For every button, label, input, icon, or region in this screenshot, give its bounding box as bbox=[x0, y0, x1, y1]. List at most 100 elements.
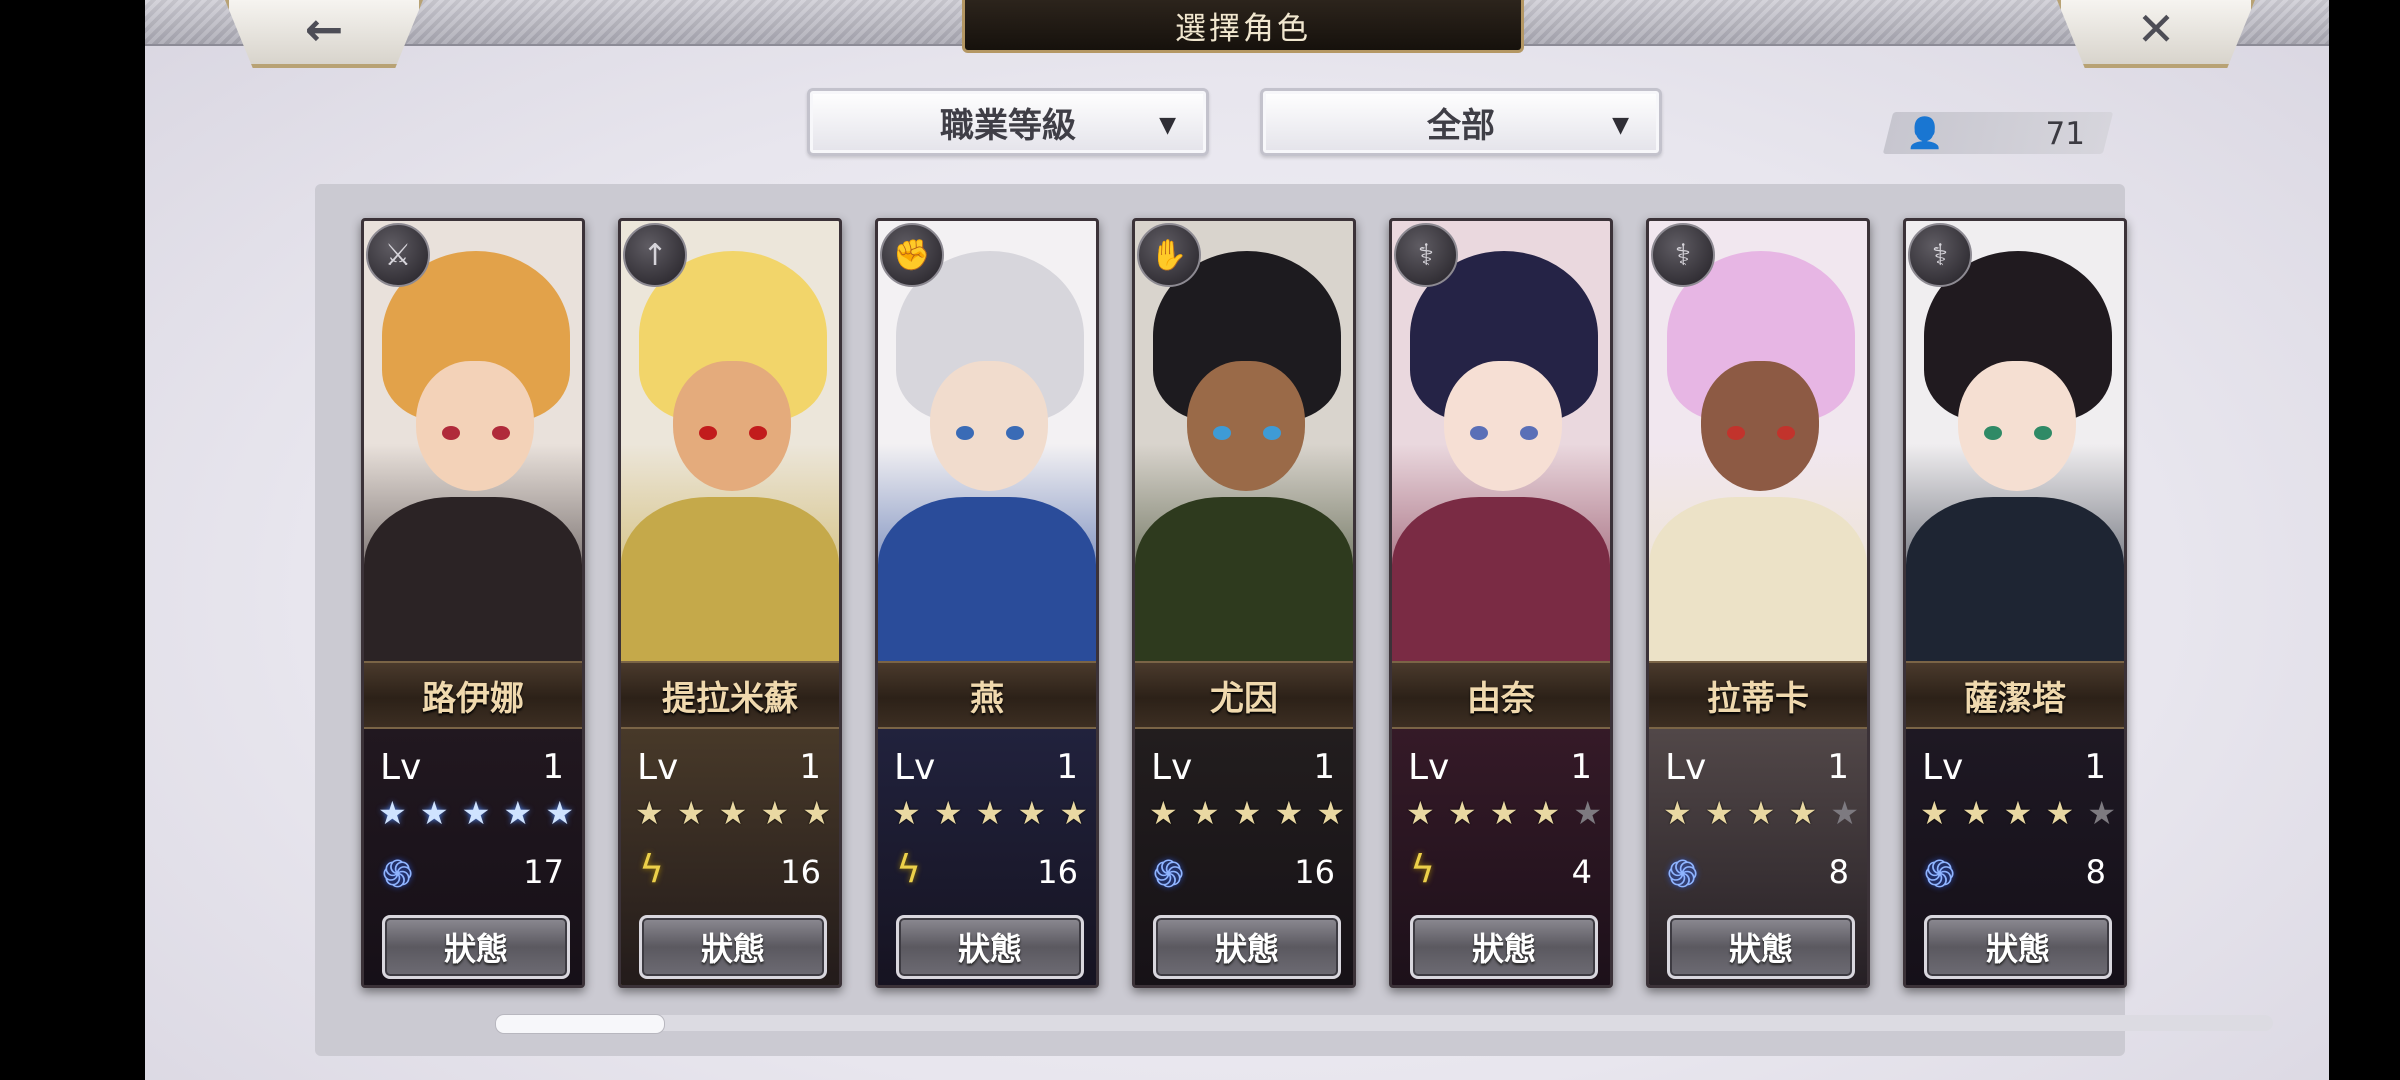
staff-icon: ⚕ bbox=[1651, 223, 1715, 287]
back-button[interactable]: ← bbox=[225, 0, 423, 68]
wind-element-icon: ֍ bbox=[1924, 852, 1956, 896]
rarity-star-icon: ★ bbox=[2087, 794, 2116, 832]
rarity-stars: ★ ★ ★ ★ ★ bbox=[1663, 797, 1859, 829]
fist-icon: ✊ bbox=[880, 223, 944, 287]
character-name: 尤因 bbox=[1135, 661, 1353, 729]
character-card[interactable]: ✊ 燕 Lv 1 ★ ★ ★ ★ ★ ϟ 16 狀態 bbox=[875, 218, 1099, 988]
gauntlet-icon: ✋ bbox=[1137, 223, 1201, 287]
level-value: 1 bbox=[1056, 747, 1078, 787]
close-button[interactable]: ✕ bbox=[2057, 0, 2255, 68]
wind-element-icon: ֍ bbox=[1153, 852, 1185, 896]
rarity-star-icon: ★ bbox=[975, 794, 1005, 832]
character-name: 燕 bbox=[878, 661, 1096, 729]
class-level-sort-dropdown[interactable]: 職業等級 ▼ bbox=[807, 88, 1209, 156]
level-label: Lv bbox=[1408, 747, 1450, 788]
status-button[interactable]: 狀態 bbox=[382, 915, 570, 979]
element-value: 8 bbox=[2085, 853, 2106, 891]
rarity-stars: ★ ★ ★ ★ ★ bbox=[378, 797, 574, 829]
character-name: 由奈 bbox=[1392, 661, 1610, 729]
status-button[interactable]: 狀態 bbox=[1410, 915, 1598, 979]
level-label: Lv bbox=[637, 747, 679, 788]
character-info: Lv 1 ★ ★ ★ ★ ★ ϟ 16 狀態 bbox=[878, 727, 1096, 985]
scrollbar-thumb[interactable] bbox=[495, 1014, 665, 1034]
level-value: 1 bbox=[542, 747, 564, 787]
rarity-star-icon: ★ bbox=[1059, 794, 1088, 832]
character-card[interactable]: ↑ 提拉米蘇 Lv 1 ★ ★ ★ ★ ★ ϟ 16 狀態 bbox=[618, 218, 842, 988]
scrollbar-track[interactable] bbox=[495, 1015, 2273, 1031]
staff-icon: ⚕ bbox=[1394, 223, 1458, 287]
staff-icon: ⚕ bbox=[1908, 223, 1972, 287]
status-button[interactable]: 狀態 bbox=[896, 915, 1084, 979]
rarity-star-icon: ★ bbox=[461, 794, 491, 832]
level-value: 1 bbox=[1827, 747, 1849, 787]
character-portrait bbox=[1135, 221, 1353, 667]
rarity-star-icon: ★ bbox=[1149, 794, 1178, 832]
level-value: 1 bbox=[1570, 747, 1592, 787]
rarity-star-icon: ★ bbox=[545, 794, 574, 832]
rarity-stars: ★ ★ ★ ★ ★ bbox=[1920, 797, 2116, 829]
character-info: Lv 1 ★ ★ ★ ★ ★ ֍ 8 狀態 bbox=[1649, 727, 1867, 985]
rarity-star-icon: ★ bbox=[1017, 794, 1047, 832]
rarity-star-icon: ★ bbox=[2045, 794, 2075, 832]
status-button[interactable]: 狀態 bbox=[1924, 915, 2112, 979]
sword-icon: ⚔ bbox=[366, 223, 430, 287]
element-value: 16 bbox=[780, 853, 821, 891]
rarity-star-icon: ★ bbox=[503, 794, 533, 832]
level-label: Lv bbox=[380, 747, 422, 788]
rarity-star-icon: ★ bbox=[1788, 794, 1818, 832]
element-value: 16 bbox=[1037, 853, 1078, 891]
character-info: Lv 1 ★ ★ ★ ★ ★ ϟ 4 狀態 bbox=[1392, 727, 1610, 985]
rarity-star-icon: ★ bbox=[802, 794, 831, 832]
rarity-star-icon: ★ bbox=[892, 794, 921, 832]
category-filter-label: 全部 bbox=[1427, 105, 1495, 146]
character-card[interactable]: ⚔ 路伊娜 Lv 1 ★ ★ ★ ★ ★ ֍ 17 狀態 bbox=[361, 218, 585, 988]
rarity-star-icon: ★ bbox=[1190, 794, 1220, 832]
level-label: Lv bbox=[1922, 747, 1964, 788]
rarity-stars: ★ ★ ★ ★ ★ bbox=[892, 797, 1088, 829]
rarity-star-icon: ★ bbox=[1316, 794, 1345, 832]
character-card[interactable]: ⚕ 拉蒂卡 Lv 1 ★ ★ ★ ★ ★ ֍ 8 狀態 bbox=[1646, 218, 1870, 988]
character-portrait bbox=[621, 221, 839, 667]
rarity-stars: ★ ★ ★ ★ ★ bbox=[1406, 797, 1602, 829]
rarity-star-icon: ★ bbox=[2003, 794, 2033, 832]
character-select-screen: ← 選擇角色 ✕ 職業等級 ▼ 全部 ▼ 👤 71 ⚔ 路伊娜 Lv 1 ★ ★ ★… bbox=[145, 0, 2329, 1080]
element-value: 17 bbox=[523, 853, 564, 891]
character-card[interactable]: ⚕ 由奈 Lv 1 ★ ★ ★ ★ ★ ϟ 4 狀態 bbox=[1389, 218, 1613, 988]
rarity-star-icon: ★ bbox=[1663, 794, 1692, 832]
character-portrait bbox=[1649, 221, 1867, 667]
character-portrait bbox=[1906, 221, 2124, 667]
element-value: 8 bbox=[1828, 853, 1849, 891]
level-value: 1 bbox=[799, 747, 821, 787]
element-value: 16 bbox=[1294, 853, 1335, 891]
rarity-star-icon: ★ bbox=[1573, 794, 1602, 832]
rarity-star-icon: ★ bbox=[1274, 794, 1304, 832]
rarity-star-icon: ★ bbox=[1531, 794, 1561, 832]
character-info: Lv 1 ★ ★ ★ ★ ★ ϟ 16 狀態 bbox=[621, 727, 839, 985]
owned-count: 71 bbox=[2045, 116, 2085, 152]
character-card[interactable]: ✋ 尤因 Lv 1 ★ ★ ★ ★ ★ ֍ 16 狀態 bbox=[1132, 218, 1356, 988]
rarity-star-icon: ★ bbox=[760, 794, 790, 832]
status-button[interactable]: 狀態 bbox=[1667, 915, 1855, 979]
category-filter-dropdown[interactable]: 全部 ▼ bbox=[1260, 88, 1662, 156]
level-label: Lv bbox=[1151, 747, 1193, 788]
page-title: 選擇角色 bbox=[962, 0, 1524, 53]
wind-element-icon: ֍ bbox=[1667, 852, 1699, 896]
rarity-star-icon: ★ bbox=[378, 794, 407, 832]
wind-element-icon: ֍ bbox=[382, 852, 414, 896]
rarity-star-icon: ★ bbox=[1232, 794, 1262, 832]
rarity-star-icon: ★ bbox=[1746, 794, 1776, 832]
rarity-stars: ★ ★ ★ ★ ★ bbox=[635, 797, 831, 829]
status-button[interactable]: 狀態 bbox=[639, 915, 827, 979]
character-info: Lv 1 ★ ★ ★ ★ ★ ֍ 17 狀態 bbox=[364, 727, 582, 985]
rarity-star-icon: ★ bbox=[419, 794, 449, 832]
level-value: 1 bbox=[1313, 747, 1335, 787]
character-portrait bbox=[878, 221, 1096, 667]
rarity-star-icon: ★ bbox=[1406, 794, 1435, 832]
rarity-star-icon: ★ bbox=[1920, 794, 1949, 832]
rarity-star-icon: ★ bbox=[933, 794, 963, 832]
status-button[interactable]: 狀態 bbox=[1153, 915, 1341, 979]
character-portrait bbox=[1392, 221, 1610, 667]
spear-icon: ↑ bbox=[623, 223, 687, 287]
character-card[interactable]: ⚕ 薩潔塔 Lv 1 ★ ★ ★ ★ ★ ֍ 8 狀態 bbox=[1903, 218, 2127, 988]
left-arrow-icon: ← bbox=[304, 2, 344, 56]
